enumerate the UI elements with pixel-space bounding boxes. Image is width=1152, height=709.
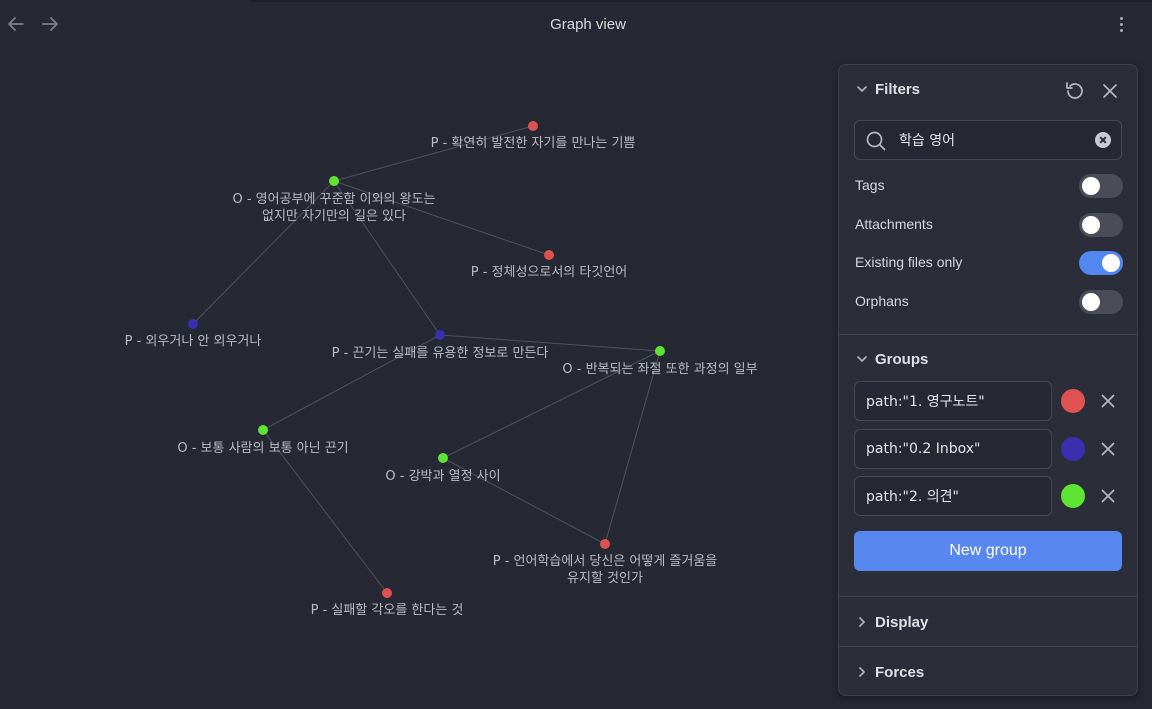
existing-files-only-toggle[interactable] xyxy=(1079,251,1123,275)
section-divider xyxy=(839,646,1137,647)
groups-title: Groups xyxy=(875,350,929,368)
toggle-label: Tags xyxy=(855,177,885,193)
groups-section-header[interactable]: Groups xyxy=(855,348,928,370)
chevron-down-icon xyxy=(857,356,867,362)
graph-node-label: P - 확연히 발전한 자기를 만나는 기쁨 xyxy=(431,136,636,151)
remove-group-icon[interactable] xyxy=(1096,389,1120,413)
graph-edge xyxy=(604,350,661,545)
graph-node[interactable] xyxy=(188,319,198,329)
graph-node-label: P - 끈기는 실패를 유용한 정보로 만든다 xyxy=(332,346,549,361)
display-section-header[interactable]: Display xyxy=(855,611,928,633)
graph-node[interactable] xyxy=(435,330,445,340)
graph-node[interactable] xyxy=(600,539,610,549)
chevron-right-icon xyxy=(859,617,865,627)
group-query-input[interactable] xyxy=(854,429,1052,469)
graph-node-label: P - 실패할 각오를 한다는 것 xyxy=(311,603,464,618)
graph-node-label: O - 반복되는 좌절 또한 과정의 일부 xyxy=(562,362,757,377)
forces-section-header[interactable]: Forces xyxy=(855,661,924,683)
group-color-swatch[interactable] xyxy=(1061,389,1085,413)
toggle-row-orphans: Orphans xyxy=(855,289,1123,315)
group-query-input[interactable] xyxy=(854,381,1052,421)
graph-nodes: P - 확연히 발전한 자기를 만나는 기쁨 O - 영어공부에 꾸준함 이외의 … xyxy=(125,121,758,618)
graph-controls-panel: Filters Tags Attachments Existing files … xyxy=(838,64,1138,696)
group-row xyxy=(854,476,1124,516)
toggle-row-existing-files: Existing files only xyxy=(855,250,1123,276)
tags-toggle[interactable] xyxy=(1079,174,1123,198)
group-row xyxy=(854,429,1124,469)
search-field xyxy=(854,120,1122,160)
graph-node-label: P - 언어학습에서 당신은 어떻게 즐거움을 xyxy=(493,554,718,569)
group-row xyxy=(854,381,1124,421)
chevron-right-icon xyxy=(859,667,865,677)
graph-node-label: 유지할 것인가 xyxy=(567,571,643,586)
section-divider xyxy=(839,334,1137,335)
remove-group-icon[interactable] xyxy=(1096,437,1120,461)
graph-node[interactable] xyxy=(544,250,554,260)
forces-title: Forces xyxy=(875,663,925,681)
filters-section-header[interactable]: Filters xyxy=(855,78,920,100)
graph-node-label: 없지만 자기만의 길은 있다 xyxy=(262,209,406,224)
graph-edge xyxy=(333,125,534,182)
attachments-toggle[interactable] xyxy=(1079,213,1123,237)
filters-title: Filters xyxy=(875,80,921,98)
graph-node-label: P - 외우거나 안 외우거나 xyxy=(125,334,262,349)
group-color-swatch[interactable] xyxy=(1061,437,1085,461)
clear-search-icon[interactable] xyxy=(1095,132,1111,148)
toggle-label: Attachments xyxy=(855,216,933,232)
toggle-row-attachments: Attachments xyxy=(855,212,1123,238)
graph-node[interactable] xyxy=(382,588,392,598)
graph-node[interactable] xyxy=(329,176,339,186)
graph-node[interactable] xyxy=(258,425,268,435)
graph-node[interactable] xyxy=(655,346,665,356)
search-icon xyxy=(866,131,886,151)
toggle-label: Existing files only xyxy=(855,254,963,270)
group-query-input[interactable] xyxy=(854,476,1052,516)
orphans-toggle[interactable] xyxy=(1079,290,1123,314)
remove-group-icon[interactable] xyxy=(1096,484,1120,508)
chevron-down-icon xyxy=(857,86,867,92)
graph-node[interactable] xyxy=(438,453,448,463)
graph-node-label: O - 영어공부에 꾸준함 이외의 왕도는 xyxy=(232,192,435,207)
graph-node-label: O - 보통 사람의 보통 아닌 끈기 xyxy=(177,441,348,456)
new-group-button[interactable]: New group xyxy=(854,531,1122,571)
group-color-swatch[interactable] xyxy=(1061,484,1085,508)
display-title: Display xyxy=(875,613,929,631)
toggle-row-tags: Tags xyxy=(855,173,1123,199)
restore-default-icon[interactable] xyxy=(1063,79,1087,103)
section-divider xyxy=(839,596,1137,597)
toggle-label: Orphans xyxy=(855,293,909,309)
close-icon[interactable] xyxy=(1098,79,1122,103)
graph-node-label: O - 강박과 열정 사이 xyxy=(385,469,500,484)
search-input[interactable] xyxy=(899,129,1079,151)
graph-node-label: P - 정체성으로서의 타깃언어 xyxy=(471,265,628,280)
graph-node[interactable] xyxy=(528,121,538,131)
